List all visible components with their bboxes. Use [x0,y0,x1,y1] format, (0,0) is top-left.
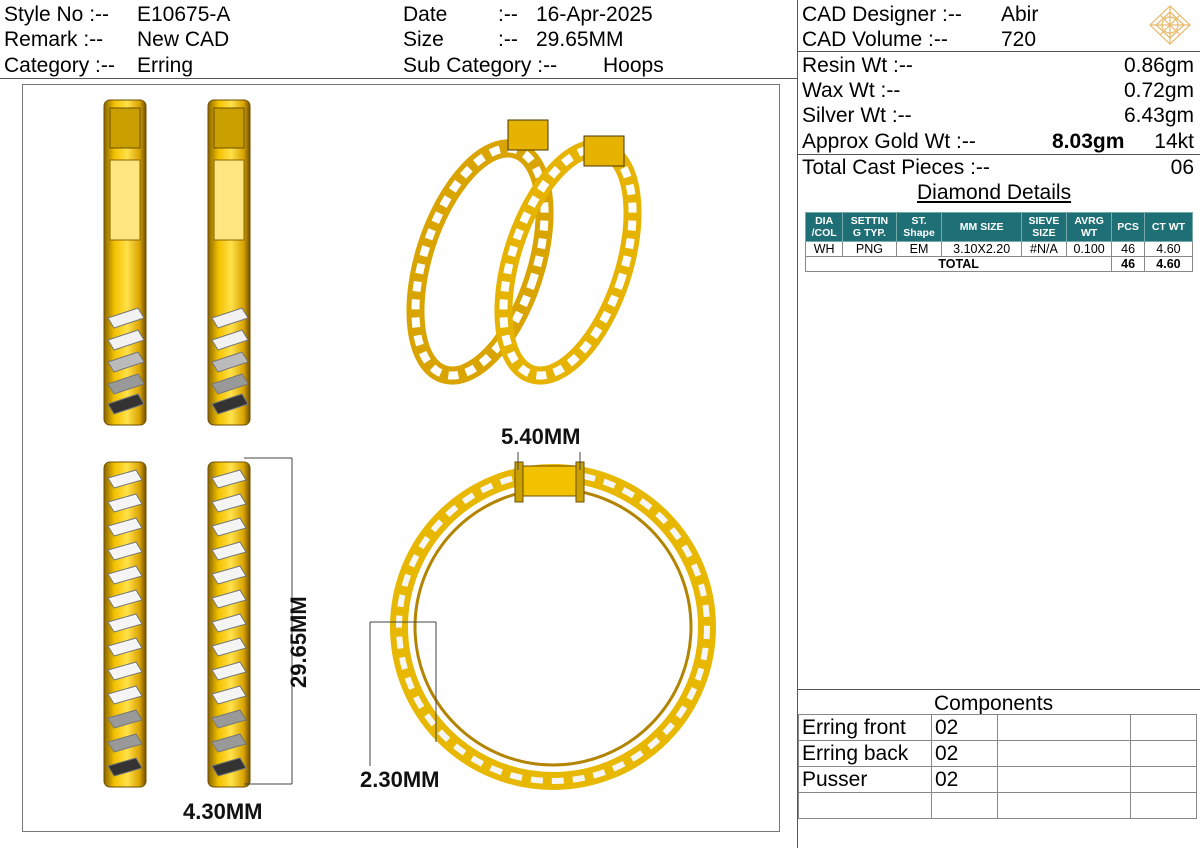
silver-label: Silver Wt :-- [802,104,912,127]
component-name: Erring back [798,740,932,767]
diamond-table: DIA/COL SETTIN G TYP. ST. Shape MM SIZE SI… [804,212,1194,272]
gold-value: 8.03gm [1052,130,1125,153]
front-hoop-render [390,461,716,790]
col-setting: SETTIN G TYP. [842,212,897,242]
side-view-front-right [207,461,251,788]
blank-cell [997,714,1131,741]
table-row [798,792,1197,819]
table-row: Pusser 02 [798,766,1197,793]
gold-label: Approx Gold Wt :-- [802,130,976,153]
side-view-back-right [207,99,251,426]
col-mm-size: MM SIZE [941,212,1022,242]
side-view-front-left [103,461,147,788]
diamond-table-header: DIA/COL SETTIN G TYP. ST. Shape MM SIZE SI… [804,212,1194,242]
side-width-dimension-label: 4.30MM [183,799,263,824]
table-row: Erring front 02 [798,714,1197,741]
blank-cell [1130,766,1197,793]
wax-value: 0.72gm [1123,79,1194,102]
cast-pieces-label: Total Cast Pieces :-- [802,156,990,179]
component-name: Pusser [798,766,932,793]
col-pcs: PCS [1111,212,1145,242]
side-view-back-left [103,99,147,426]
height-dimension-label: 29.65MM [286,596,311,688]
blank-cell [798,792,932,819]
total-ct: 4.60 [1143,256,1194,272]
cell: EM [895,241,943,257]
component-qty: 02 [931,740,998,767]
ring-width-dimension-label: 2.30MM [360,767,440,792]
cad-designer-value: Abir [1001,3,1039,26]
cell: PNG [842,241,897,257]
resin-label: Resin Wt :-- [802,54,913,77]
blank-cell [1130,792,1197,819]
wax-label: Wax Wt :-- [802,79,901,102]
col-sieve: SIEVE SIZE [1020,212,1067,242]
gold-karat: 14kt [1154,130,1194,153]
col-avg-wt: AVRG WT [1065,212,1113,242]
col-dia: DIA/COL [804,212,844,242]
table-row: Erring back 02 [798,740,1197,767]
cell: 46 [1111,241,1145,257]
perspective-hoops-render [406,119,642,385]
col-ct-wt: CT WT [1143,212,1194,242]
diamond-details-title: Diamond Details [917,181,1072,204]
cell: 4.60 [1143,241,1194,257]
silver-value: 6.43gm [1123,104,1194,127]
blank-cell [997,766,1131,793]
blank-cell [1130,714,1197,741]
blank-cell [997,792,1131,819]
cell: WH [804,241,844,257]
component-qty: 02 [931,766,998,793]
blank-cell [931,792,998,819]
cell: 3.10X2.20 [941,241,1022,257]
blank-cell [1130,740,1197,767]
total-label: TOTAL [804,256,1113,272]
col-shape: ST. Shape [895,212,943,242]
table-row: WH PNG EM 3.10X2.20 #N/A 0.100 46 4.60 [804,241,1194,257]
total-row: TOTAL 46 4.60 [804,256,1194,272]
resin-value: 0.86gm [1123,54,1194,77]
total-pcs: 46 [1111,256,1145,272]
component-qty: 02 [931,714,998,741]
cad-designer-label: CAD Designer :-- [802,3,962,26]
diamond-crest-icon [1149,5,1191,45]
cad-volume-label: CAD Volume :-- [802,28,948,51]
cad-volume-value: 720 [1001,28,1037,51]
component-name: Erring front [798,714,932,741]
blank-cell [997,740,1131,767]
cell: #N/A [1020,241,1067,257]
cast-pieces-value: 06 [1170,156,1194,179]
components-table: Erring front 02 Erring back 02 Pusser 02 [798,714,1197,819]
top-width-dimension-label: 5.40MM [501,424,581,449]
cell: 0.100 [1065,241,1113,257]
components-title: Components [934,692,1054,715]
cad-render-drawing [103,99,716,790]
